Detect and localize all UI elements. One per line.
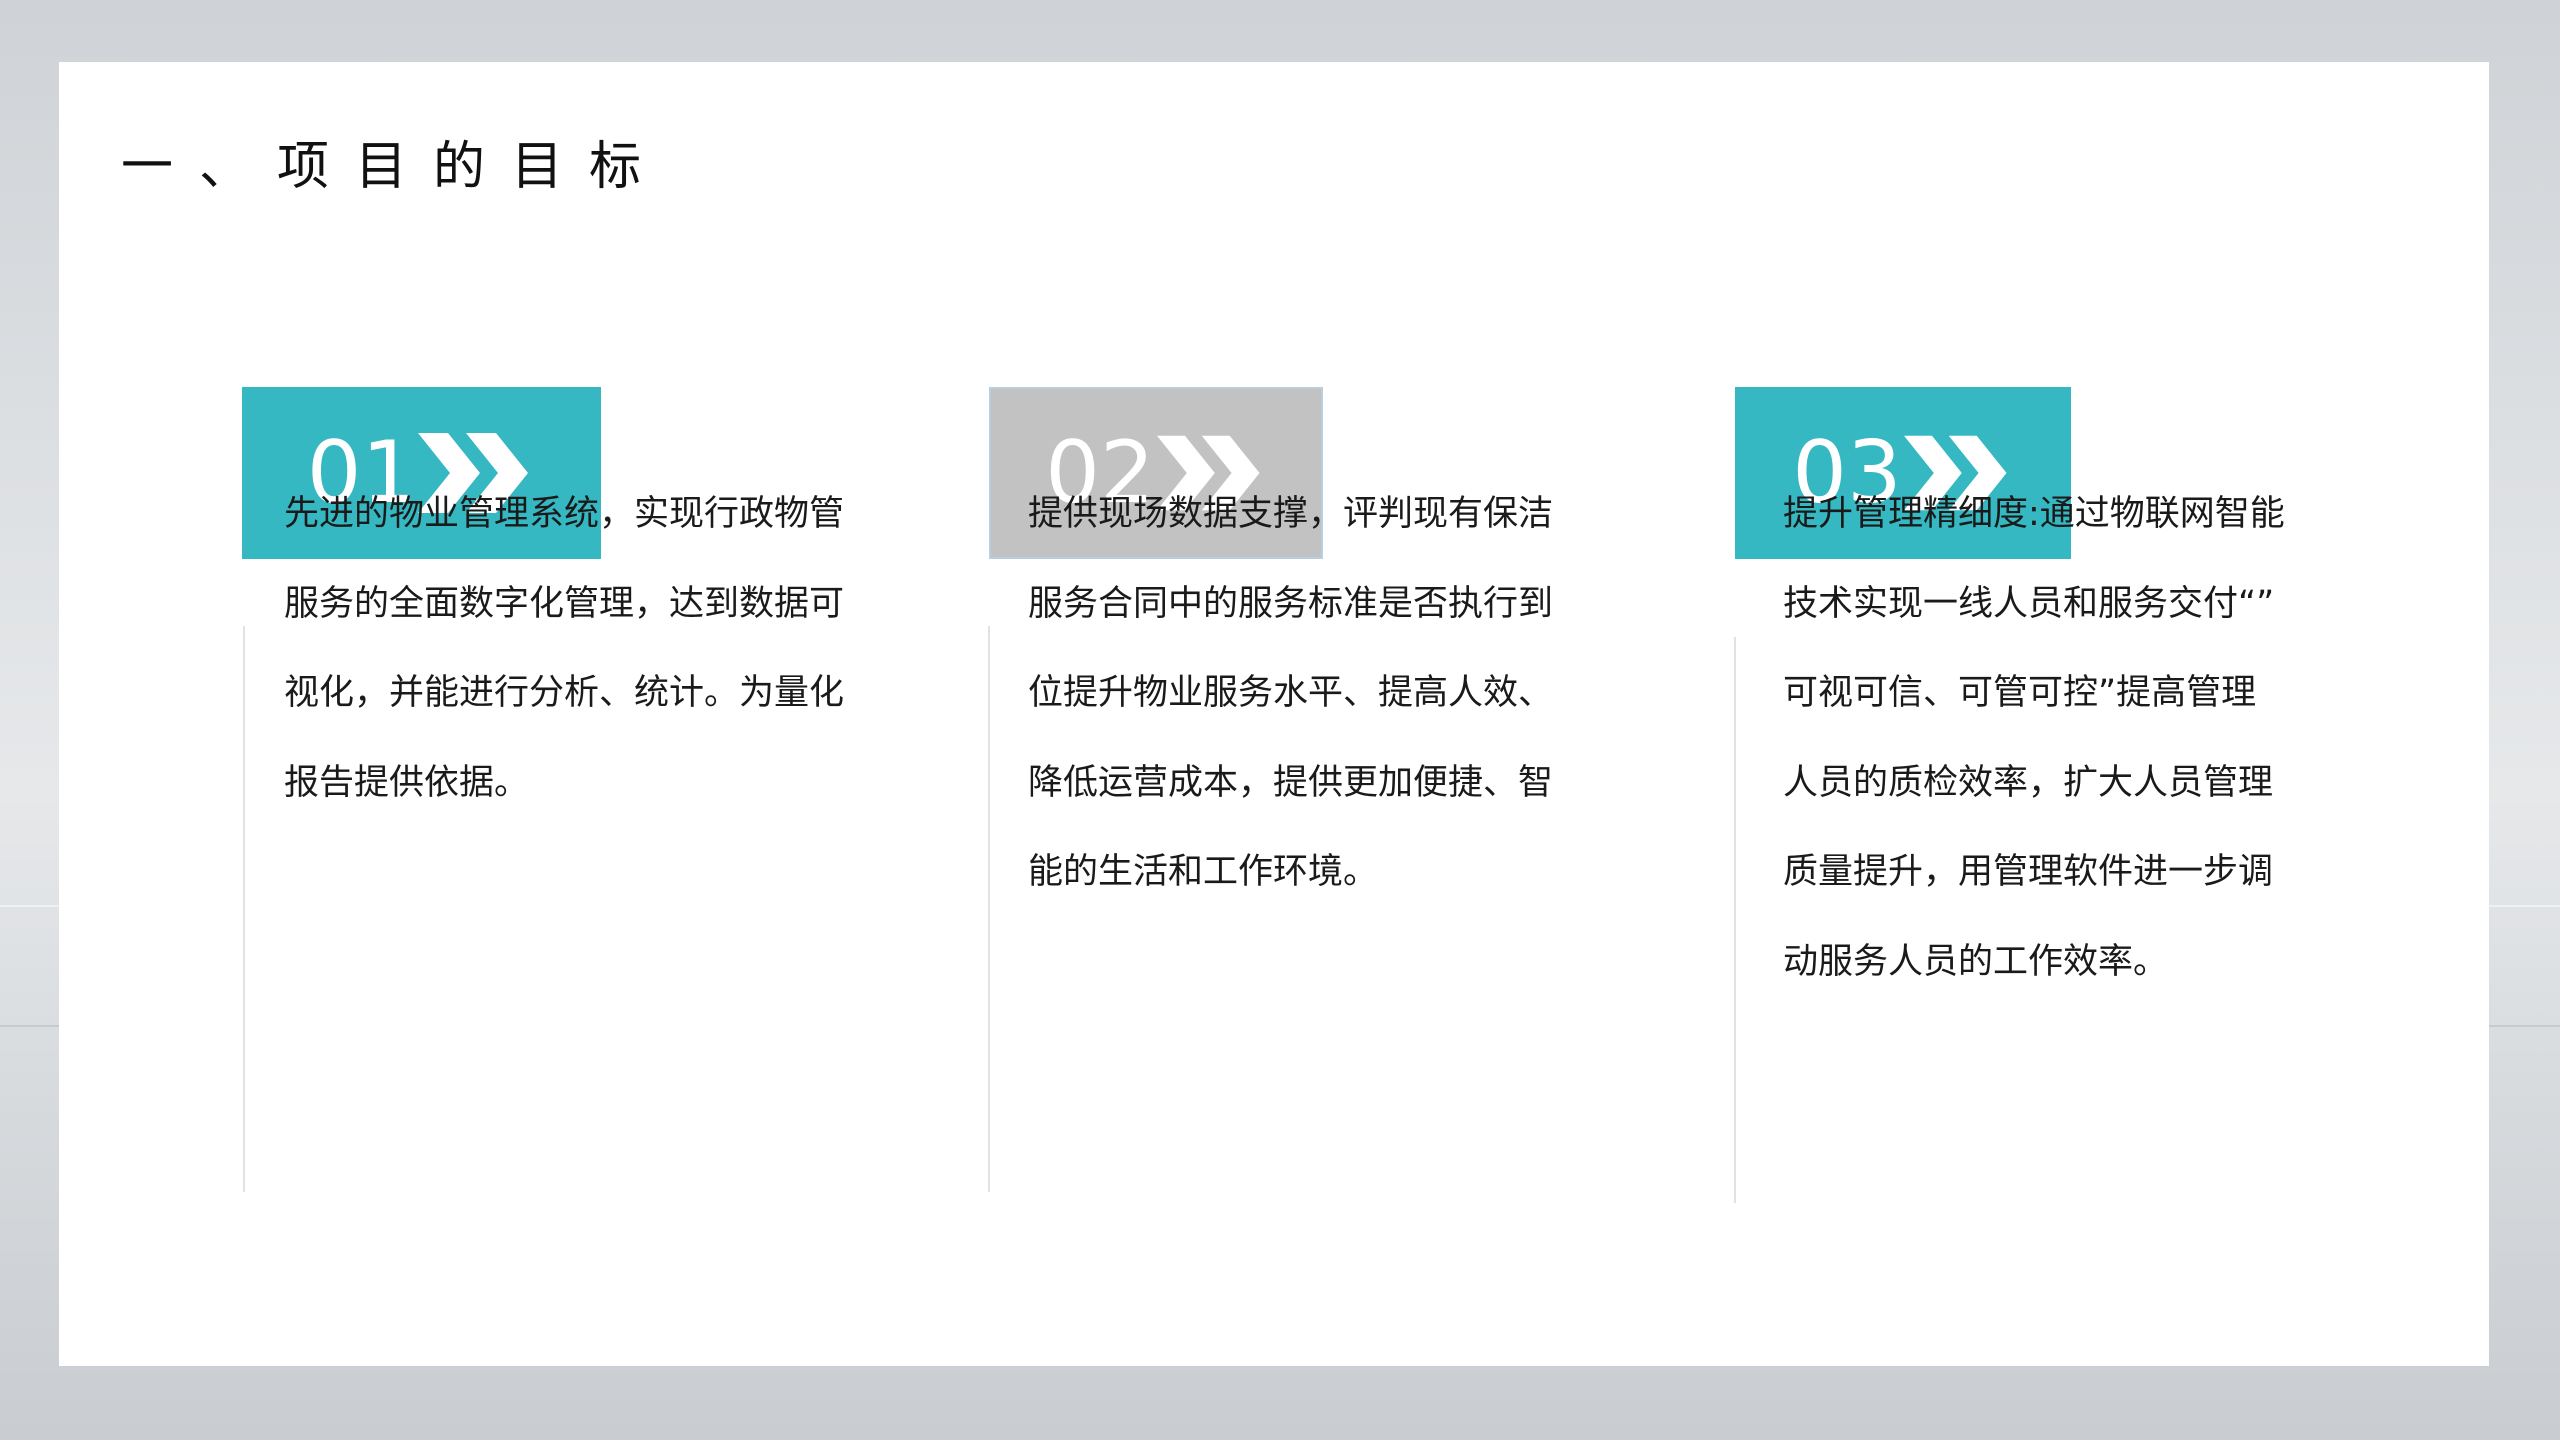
text-line: 视化，并能进行分析、统计。为量化 — [284, 673, 845, 713]
text-line: 报告提供依据。 — [284, 762, 530, 803]
column-divider — [243, 626, 245, 1192]
goal-text-01: 先进的物业管理系统，实现行政物管 服务的全面数字化管理，达到数据可 视化，并能进… — [284, 470, 904, 828]
text-line: 降低运营成本，提供更加便捷、智 — [1028, 762, 1554, 803]
text-line: 服务合同中的服务标准是否执行到 — [1028, 583, 1554, 624]
slide: 一、项目的目标 01 02 03 先进的物业管理系统，实现行政物管 服务的全面数… — [59, 62, 2489, 1366]
text-line: 提供现场数据支撑，评判现有保洁 — [1028, 494, 1554, 534]
text-line: 可视可信、可管可控”提高管理 — [1783, 673, 2257, 713]
text-line: 动服务人员的工作效率。 — [1783, 941, 2169, 982]
goal-text-03: 提升管理精细度:通过物联网智能 技术实现一线人员和服务交付“” 可视可信、可管可… — [1783, 470, 2403, 1007]
text-line: 先进的物业管理系统，实现行政物管 — [284, 494, 845, 534]
text-line: 技术实现一线人员和服务交付“” — [1783, 583, 2275, 624]
page-title: 一、项目的目标 — [121, 137, 668, 197]
column-divider — [1734, 637, 1736, 1203]
column-divider — [988, 626, 990, 1192]
text-line: 能的生活和工作环境。 — [1028, 852, 1379, 892]
text-line: 服务的全面数字化管理，达到数据可 — [284, 583, 845, 624]
text-line: 位提升物业服务水平、提高人效、 — [1028, 673, 1554, 713]
text-line: 提升管理精细度:通过物联网智能 — [1783, 494, 2285, 534]
text-line: 质量提升，用管理软件进一步调 — [1783, 852, 2274, 892]
goal-text-02: 提供现场数据支撑，评判现有保洁 服务合同中的服务标准是否执行到 位提升物业服务水… — [1028, 470, 1648, 918]
text-line: 人员的质检效率，扩大人员管理 — [1783, 762, 2274, 803]
